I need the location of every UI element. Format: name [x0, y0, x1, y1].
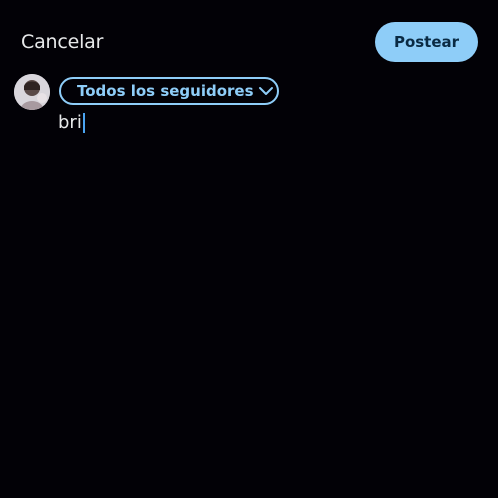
chevron-down-icon [258, 85, 274, 97]
compose-screen: Cancelar Postear Todos los seguidores br… [0, 0, 498, 498]
compose-text: bri [58, 112, 82, 133]
text-caret [82, 113, 85, 133]
post-button-label: Postear [393, 33, 460, 51]
audience-label: Todos los seguidores [77, 82, 254, 100]
audience-selector[interactable]: Todos los seguidores [59, 77, 279, 105]
post-button[interactable]: Postear [375, 22, 478, 62]
avatar-photo-icon [14, 74, 50, 110]
cancel-button[interactable]: Cancelar [21, 29, 103, 55]
avatar[interactable] [14, 74, 50, 110]
compose-input[interactable]: bri [58, 110, 85, 136]
